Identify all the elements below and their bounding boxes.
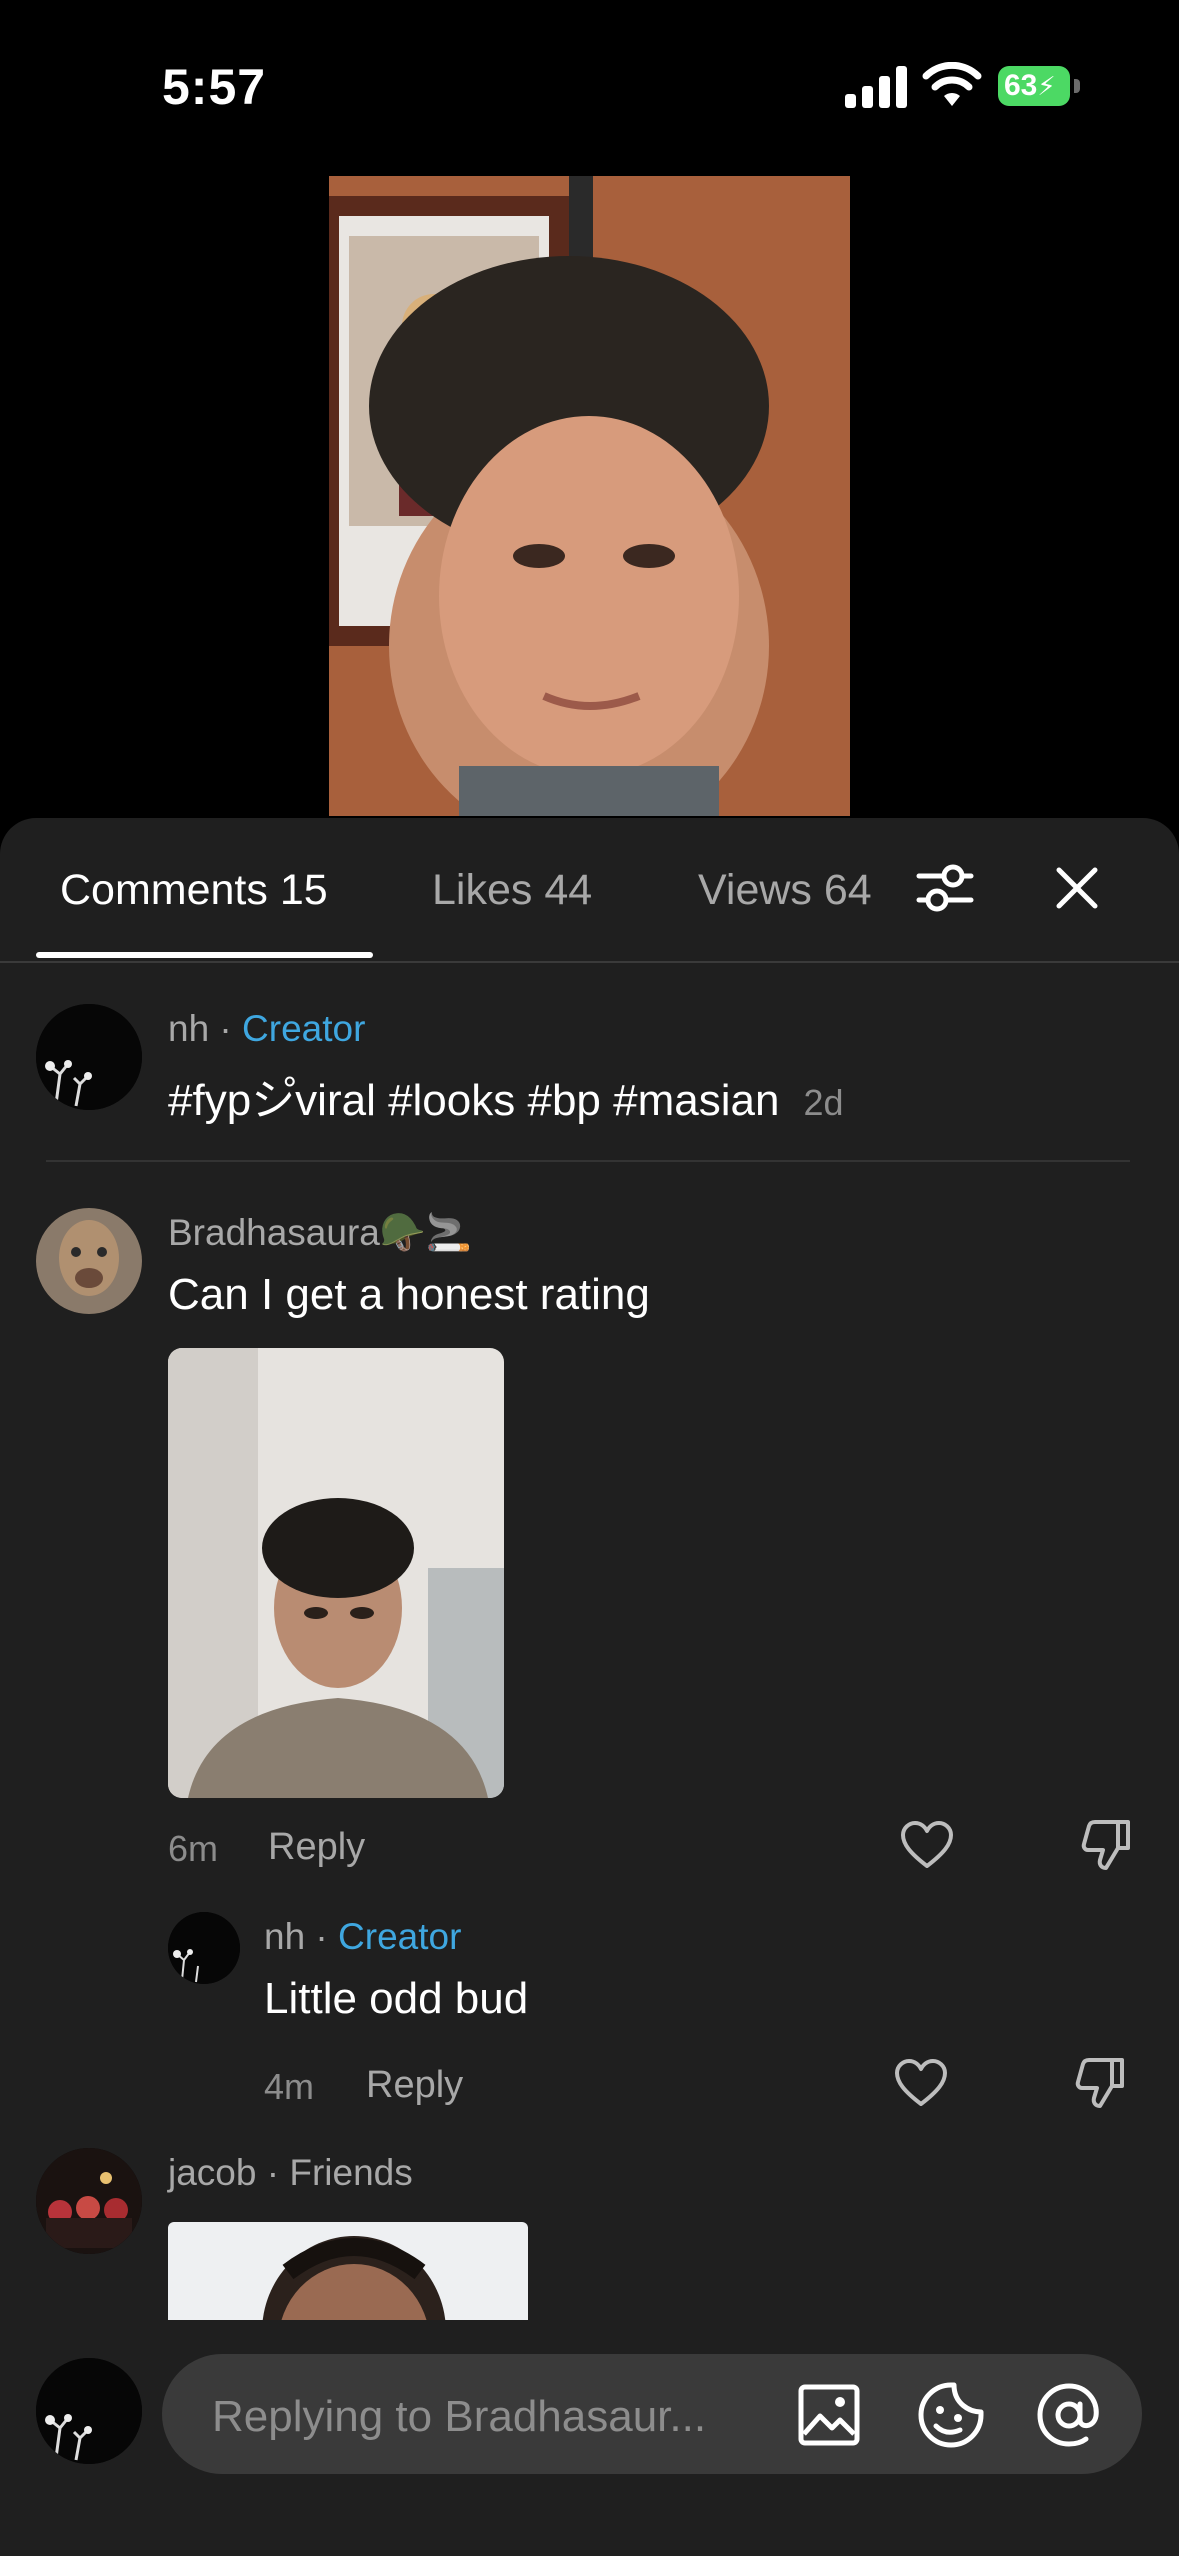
status-time: 5:57 xyxy=(162,59,267,115)
image-icon[interactable] xyxy=(798,2384,860,2446)
thumbs-down-icon[interactable] xyxy=(1080,1818,1132,1872)
reply-time: 4m xyxy=(264,2066,315,2107)
comment-input[interactable]: Replying to Bradhasaur... xyxy=(162,2354,1142,2474)
active-tab-indicator xyxy=(36,952,373,958)
tab-views[interactable]: Views 64 xyxy=(698,866,943,915)
reply-text: Little odd bud xyxy=(264,1974,529,2023)
video-thumbnail[interactable] xyxy=(329,176,850,816)
creator-badge: Creator xyxy=(242,1008,366,1049)
avatar[interactable] xyxy=(36,1004,142,1110)
comment-composer: Replying to Bradhasaur... xyxy=(0,2320,1179,2556)
avatar[interactable] xyxy=(36,2358,142,2464)
heart-icon[interactable] xyxy=(894,2058,948,2108)
comment-photo[interactable] xyxy=(168,2222,528,2326)
creator-badge: Creator xyxy=(338,1916,462,1957)
battery-level: 63 xyxy=(1004,69,1038,102)
reply-button[interactable]: Reply xyxy=(366,2064,463,2107)
video-frame-image xyxy=(329,176,850,816)
status-bar: 5:57 63⚡ xyxy=(0,0,1179,170)
cellular-signal-icon xyxy=(845,66,907,108)
comments-sheet: Comments 15 Likes 44 Views 64 nh · Creat… xyxy=(0,818,1179,2556)
reply-author-row: nh · Creator xyxy=(264,1916,462,1957)
tab-comments[interactable]: Comments 15 xyxy=(60,866,328,915)
reply-button[interactable]: Reply xyxy=(268,1826,365,1869)
wifi-icon xyxy=(922,62,982,106)
comment-author-row: jacob · Friends xyxy=(168,2152,413,2193)
battery-icon: 63⚡ xyxy=(998,66,1080,106)
at-icon[interactable] xyxy=(1036,2382,1102,2448)
comment-text: Can I get a honest rating xyxy=(168,1270,650,1319)
heart-icon[interactable] xyxy=(900,1820,954,1870)
avatar[interactable] xyxy=(36,2148,142,2254)
comment-input-placeholder: Replying to Bradhasaur... xyxy=(212,2392,707,2441)
author-name[interactable]: nh xyxy=(168,1008,209,1049)
comment-author[interactable]: jacob xyxy=(168,2152,256,2193)
avatar[interactable] xyxy=(168,1912,240,1984)
close-icon[interactable] xyxy=(1055,866,1099,910)
comment-photo[interactable] xyxy=(168,1348,504,1798)
caption-time: 2d xyxy=(803,1082,844,1123)
sticker-icon[interactable] xyxy=(918,2382,984,2448)
reply-author[interactable]: nh xyxy=(264,1916,305,1957)
caption-author-row: nh · Creator xyxy=(168,1008,366,1049)
avatar[interactable] xyxy=(36,1208,142,1314)
tab-likes[interactable]: Likes 44 xyxy=(432,866,592,915)
sheet-tabs: Comments 15 Likes 44 Views 64 xyxy=(0,818,1179,963)
friends-badge: Friends xyxy=(289,2152,413,2193)
comment-author[interactable]: Bradhasaura🪖🚬 xyxy=(168,1212,472,1255)
divider xyxy=(46,1160,1130,1162)
comment-time: 6m xyxy=(168,1828,219,1869)
caption-text: #fypシ゚viral #looks #bp #masian 2d xyxy=(168,1076,844,1125)
thumbs-down-icon[interactable] xyxy=(1074,2056,1126,2110)
sliders-icon[interactable] xyxy=(915,858,975,918)
